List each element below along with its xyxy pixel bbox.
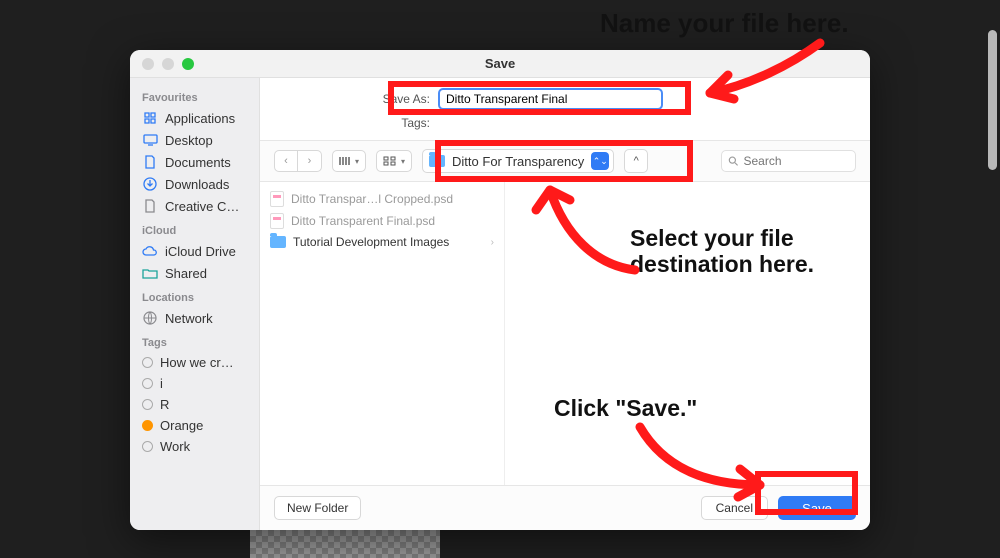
cancel-button[interactable]: Cancel (701, 496, 768, 520)
sidebar-item-applications[interactable]: Applications (130, 107, 259, 129)
shared-folder-icon (142, 265, 158, 281)
tag-dot-icon (142, 357, 153, 368)
collapse-button[interactable]: ^ (624, 149, 648, 173)
sidebar-item-label: Documents (165, 155, 231, 170)
dialog-footer: New Folder Cancel Save (260, 485, 870, 530)
sidebar-item-icloud-drive[interactable]: iCloud Drive (130, 240, 259, 262)
sidebar-item-label: iCloud Drive (165, 244, 236, 259)
grid-icon (383, 156, 397, 166)
sidebar-heading-favourites: Favourites (130, 84, 259, 107)
psd-file-icon (270, 191, 284, 207)
tag-dot-icon (142, 399, 153, 410)
sidebar-item-label: Orange (160, 418, 203, 433)
tag-dot-icon (142, 378, 153, 389)
sidebar-item-label: Shared (165, 266, 207, 281)
sidebar-tag-how-we-cr[interactable]: How we cr… (130, 352, 259, 373)
sidebar-item-label: R (160, 397, 169, 412)
file-row[interactable]: Ditto Transpar…l Cropped.psd (260, 188, 504, 210)
titlebar: Save (130, 50, 870, 78)
view-mode-button[interactable]: ▾ (332, 150, 366, 172)
sidebar-heading-locations: Locations (130, 284, 259, 307)
file-browser: Ditto Transpar…l Cropped.psd Ditto Trans… (260, 182, 870, 485)
apps-icon (142, 110, 158, 126)
search-icon (728, 155, 738, 167)
file-column-empty (505, 182, 870, 485)
sidebar-tag-i[interactable]: i (130, 373, 259, 394)
chevron-updown-icon: ⌃⌄ (591, 152, 609, 170)
tags-row: Tags: (260, 114, 870, 140)
save-as-input[interactable] (438, 88, 663, 110)
psd-file-icon (270, 213, 284, 229)
file-row[interactable]: Ditto Transparent Final.psd (260, 210, 504, 232)
chevron-right-icon: › (491, 237, 494, 248)
window-title: Save (130, 56, 870, 71)
tag-dot-icon (142, 441, 153, 452)
sidebar-tag-r[interactable]: R (130, 394, 259, 415)
sidebar-item-documents[interactable]: Documents (130, 151, 259, 173)
sidebar-item-desktop[interactable]: Desktop (130, 129, 259, 151)
sidebar-item-label: Creative C… (165, 199, 239, 214)
sidebar-tag-orange[interactable]: Orange (130, 415, 259, 436)
sidebar-heading-icloud: iCloud (130, 217, 259, 240)
sidebar-item-label: Network (165, 311, 213, 326)
sidebar-item-network[interactable]: Network (130, 307, 259, 329)
sidebar-item-shared[interactable]: Shared (130, 262, 259, 284)
back-button[interactable]: ‹ (274, 150, 298, 172)
save-button[interactable]: Save (778, 496, 856, 520)
chevron-down-icon: ▾ (401, 157, 405, 166)
folder-picker[interactable]: Ditto For Transparency ⌃⌄ (422, 149, 614, 173)
sidebar-item-label: Desktop (165, 133, 213, 148)
sidebar-tag-work[interactable]: Work (130, 436, 259, 457)
main-panel: Save As: Tags: ‹ › ▾ ▾ (260, 78, 870, 530)
sidebar-item-label: Work (160, 439, 190, 454)
sidebar-item-label: Downloads (165, 177, 229, 192)
file-column: Ditto Transpar…l Cropped.psd Ditto Trans… (260, 182, 505, 485)
nav-buttons: ‹ › (274, 150, 322, 172)
save-dialog: Save Favourites Applications Desktop Doc… (130, 50, 870, 530)
file-name: Ditto Transparent Final.psd (291, 214, 435, 228)
file-row[interactable]: Tutorial Development Images › (260, 232, 504, 252)
sidebar-item-label: i (160, 376, 163, 391)
sidebar: Favourites Applications Desktop Document… (130, 78, 260, 530)
sidebar-item-downloads[interactable]: Downloads (130, 173, 259, 195)
search-box[interactable] (721, 150, 856, 172)
dialog-body: Favourites Applications Desktop Document… (130, 78, 870, 530)
file-name: Ditto Transpar…l Cropped.psd (291, 192, 453, 206)
page-scrollbar[interactable] (988, 30, 997, 170)
network-icon (142, 310, 158, 326)
group-by-button[interactable]: ▾ (376, 150, 412, 172)
search-input[interactable] (743, 154, 849, 168)
new-folder-button[interactable]: New Folder (274, 496, 361, 520)
sidebar-item-label: How we cr… (160, 355, 234, 370)
forward-button[interactable]: › (298, 150, 322, 172)
chevron-down-icon: ▾ (355, 157, 359, 166)
folder-icon (270, 236, 286, 248)
cloud-icon (142, 243, 158, 259)
folder-picker-label: Ditto For Transparency (452, 154, 584, 169)
file-icon (142, 198, 158, 214)
sidebar-heading-tags: Tags (130, 329, 259, 352)
desktop-icon (142, 132, 158, 148)
tag-dot-icon (142, 420, 153, 431)
footer-right: Cancel Save (701, 496, 856, 520)
downloads-icon (142, 176, 158, 192)
sidebar-item-label: Applications (165, 111, 235, 126)
sidebar-item-creative-cloud[interactable]: Creative C… (130, 195, 259, 217)
tags-label: Tags: (260, 116, 430, 130)
folder-icon (429, 155, 445, 167)
documents-icon (142, 154, 158, 170)
toolbar: ‹ › ▾ ▾ Ditto For Transparency ⌃⌄ ^ (260, 140, 870, 182)
file-name: Tutorial Development Images (293, 235, 449, 249)
annotation-text-name-file: Name your file here. (600, 8, 849, 39)
save-as-label: Save As: (260, 92, 430, 106)
background-checker-peek (250, 530, 440, 558)
columns-icon (339, 156, 351, 166)
save-as-row: Save As: (260, 78, 870, 114)
